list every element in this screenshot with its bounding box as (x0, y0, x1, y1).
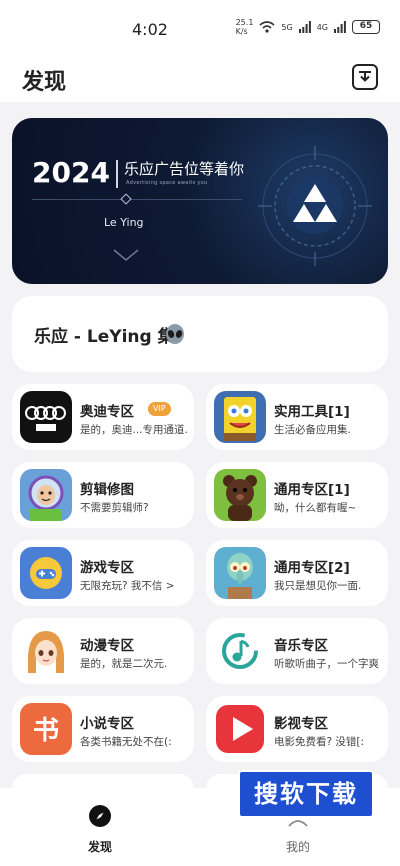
banner-brand: Le Ying (104, 216, 144, 229)
card-title: 通用专区[2] (274, 560, 350, 576)
category-card-video[interactable]: 影视专区 电影免费看? 没错[: (206, 696, 388, 762)
card-desc: 听歌听曲子，一个字爽 (274, 658, 379, 670)
banner-divider (116, 160, 118, 188)
spongebob-icon (214, 391, 266, 443)
card-desc: 无限充玩? 我不信 > (80, 580, 175, 592)
vip-badge: VIP (148, 402, 171, 416)
anime-girl-icon (20, 625, 72, 677)
category-card-general-2[interactable]: 通用专区[2] 我只是想见你一面. (206, 540, 388, 606)
svg-text:书: 书 (33, 716, 59, 746)
download-button[interactable] (352, 64, 378, 90)
header: 发现 (0, 58, 400, 102)
card-desc: 是的，奥迪...专用通道. (80, 424, 188, 436)
squidward-icon (214, 547, 266, 599)
category-card-editing[interactable]: 剪辑修图 不需要剪辑师? (12, 462, 194, 528)
wifi-icon (259, 21, 275, 33)
diamond-icon (120, 193, 132, 205)
alien-icon (166, 324, 184, 344)
status-bar: 4:02 25.1 K/s 5G 4G 65 (0, 0, 400, 58)
signal-5g-label: 5G (281, 22, 293, 32)
card-desc: 各类书籍无处不在(: (80, 736, 172, 748)
play-icon (214, 703, 266, 755)
signal-icon (298, 21, 311, 33)
net-speed-value: 25.1 (235, 18, 254, 27)
card-desc: 生活必备应用集. (274, 424, 351, 436)
card-desc: 不需要剪辑师? (80, 502, 149, 514)
ad-banner[interactable]: 2024 乐应广告位等着你 Advertising space awaits y… (12, 118, 388, 284)
signal-icon-2 (334, 21, 346, 33)
triforce-emblem-icon (258, 146, 372, 266)
category-card-tools[interactable]: 实用工具[1] 生活必备应用集. (206, 384, 388, 450)
audi-logo-icon (20, 391, 72, 443)
card-title: 通用专区[1] (274, 482, 350, 498)
card-desc: 呦，什么都有喔~ (274, 502, 357, 514)
page-title: 发现 (22, 70, 67, 95)
nav-discover-label: 发现 (87, 840, 112, 854)
battery-indicator: 65 (352, 20, 380, 34)
category-card-audi[interactable]: 奥迪专区 VIP 是的，奥迪...专用通道. (12, 384, 194, 450)
net-speed: 25.1 K/s (236, 18, 254, 36)
banner-slogan: 乐应广告位等着你 (124, 160, 245, 178)
card-title: 小说专区 (80, 716, 134, 732)
book-icon: 书 (20, 703, 72, 755)
card-desc: 我只是想见你一面. (274, 580, 362, 592)
collection-card[interactable]: 乐应 - LeYing 集 (12, 296, 388, 372)
card-desc: 电影免费看? 没错[: (274, 736, 365, 748)
card-title: 实用工具[1] (274, 404, 350, 420)
banner-line (32, 199, 242, 200)
category-card-music[interactable]: 音乐专区 听歌听曲子，一个字爽 (206, 618, 388, 684)
astronaut-toy-icon (20, 469, 72, 521)
signal-4g-label: 4G (316, 22, 328, 32)
watermark: 搜软下载 (238, 770, 374, 818)
download-icon (359, 71, 371, 82)
banner-year: 2024 (32, 156, 110, 189)
net-speed-unit: K/s (235, 27, 248, 36)
nav-discover[interactable]: 发现 (70, 804, 130, 855)
status-time: 4:02 (132, 20, 168, 39)
banner-subtitle: Advertising space awaits you (126, 180, 208, 186)
category-card-novels[interactable]: 书 小说专区 各类书籍无处不在(: (12, 696, 194, 762)
status-icons: 25.1 K/s 5G 4G 65 (236, 18, 380, 36)
category-card-anime[interactable]: 动漫专区 是的，就是二次元. (12, 618, 194, 684)
teddy-bear-icon (214, 469, 266, 521)
gamepad-icon (20, 547, 72, 599)
card-title: 影视专区 (274, 716, 328, 732)
collection-title: 乐应 - LeYing 集 (34, 327, 175, 347)
card-title: 奥迪专区 (80, 404, 134, 420)
nav-mine-label: 我的 (285, 840, 310, 854)
compass-icon (89, 805, 111, 827)
chevron-down-icon (113, 249, 139, 261)
music-note-icon (214, 625, 266, 677)
card-title: 动漫专区 (80, 638, 134, 654)
card-title: 音乐专区 (274, 638, 328, 654)
category-card-partial[interactable] (12, 774, 194, 788)
card-title: 游戏专区 (80, 560, 134, 576)
card-desc: 是的，就是二次元. (80, 658, 168, 670)
card-title: 剪辑修图 (80, 482, 134, 498)
category-card-games[interactable]: 游戏专区 无限充玩? 我不信 > (12, 540, 194, 606)
category-card-general-1[interactable]: 通用专区[1] 呦，什么都有喔~ (206, 462, 388, 528)
